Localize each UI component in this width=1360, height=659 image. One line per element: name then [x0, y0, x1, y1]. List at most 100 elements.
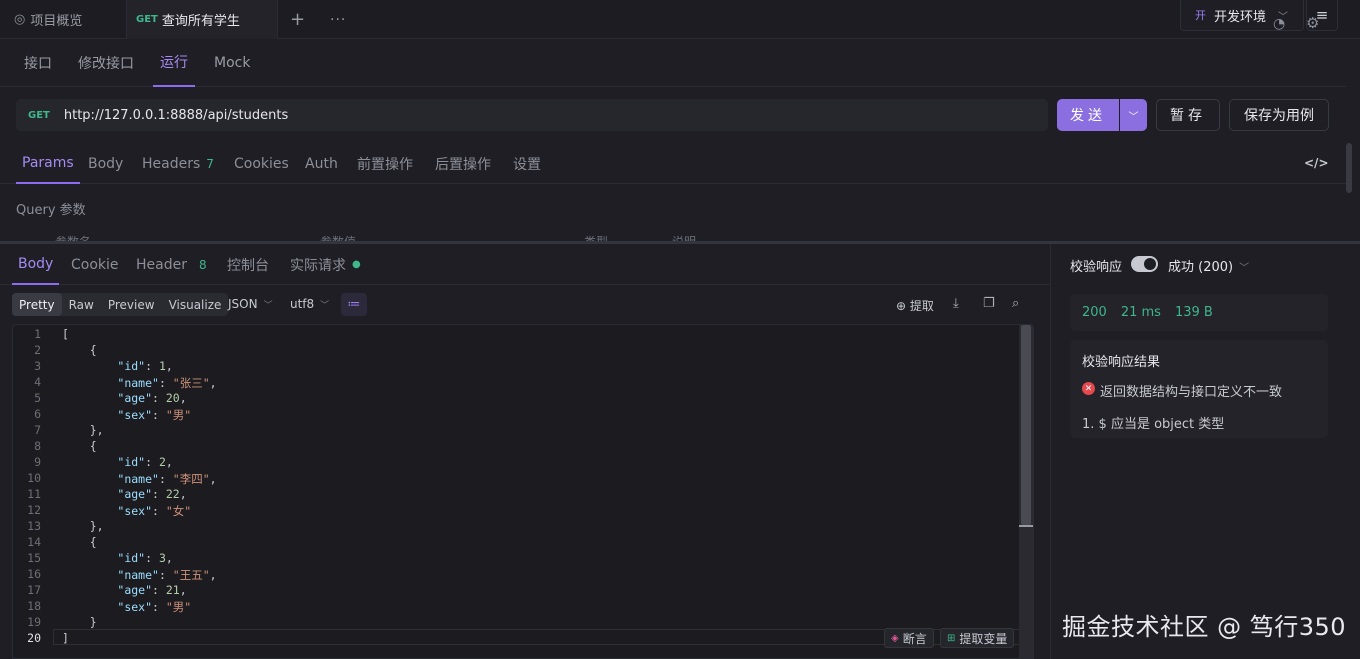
- response-tab-body[interactable]: Body: [12, 244, 60, 285]
- current-line-highlight: [53, 629, 1023, 645]
- line-number: 2: [34, 343, 41, 357]
- response-tab-header[interactable]: Header 8: [136, 244, 207, 285]
- extract-icon: ⊕: [896, 299, 907, 313]
- url-value[interactable]: http://127.0.0.1:8888/api/students: [64, 108, 288, 123]
- save-as-case-button[interactable]: 保存为用例: [1229, 99, 1329, 131]
- line-number: 20: [27, 631, 41, 645]
- search-icon[interactable]: ⌕: [1012, 296, 1019, 311]
- code-token: ]: [62, 631, 69, 645]
- extract-variable-button[interactable]: ⊞ 提取变量: [940, 628, 1015, 648]
- code-snippet-icon[interactable]: </>: [1304, 156, 1329, 170]
- code-line: "id": 3,: [62, 551, 172, 565]
- code-token: "张三": [172, 376, 210, 390]
- tab-headers[interactable]: Headers 7: [142, 143, 214, 184]
- code-line: "age": 22,: [62, 487, 186, 501]
- code-token: 3: [158, 551, 166, 565]
- subtab-mock[interactable]: Mock: [214, 39, 250, 87]
- tab-params[interactable]: Params: [16, 143, 80, 184]
- request-scrollbar[interactable]: [1346, 143, 1352, 193]
- assertion-icon: ◈: [891, 632, 899, 644]
- code-token: "name": [117, 472, 159, 486]
- tab-query-students[interactable]: GET 查询所有学生: [126, 0, 278, 39]
- code-token: "sex": [117, 504, 153, 518]
- code-token: :: [152, 504, 166, 518]
- validation-result-title: 校验响应结果: [1082, 355, 1161, 370]
- tab-cookies[interactable]: Cookies: [234, 143, 289, 184]
- encoding-select[interactable]: utf8 ﹀: [290, 297, 329, 311]
- tab-pre-operations[interactable]: 前置操作: [357, 143, 413, 184]
- response-tab-cookie[interactable]: Cookie: [71, 244, 119, 285]
- verify-response-label: 校验响应: [1070, 260, 1123, 275]
- tab-project-overview-label: 项目概览: [30, 14, 83, 29]
- format-select[interactable]: JSON ﹀: [228, 297, 273, 311]
- code-token: :: [152, 600, 166, 614]
- code-token: 22: [165, 487, 180, 501]
- response-tab-console[interactable]: 控制台: [227, 244, 269, 285]
- copy-icon[interactable]: ❐: [983, 296, 995, 311]
- code-token: "name": [117, 376, 159, 390]
- assertion-button[interactable]: ◈ 断言: [884, 628, 934, 648]
- code-line: [: [62, 327, 69, 341]
- code-line: "sex": "女": [62, 503, 191, 519]
- view-mode-pretty[interactable]: Pretty: [12, 293, 62, 316]
- editor-scrollbar-thumb[interactable]: [1021, 325, 1031, 525]
- code-token: :: [152, 408, 166, 422]
- code-line: "sex": "男": [62, 599, 191, 615]
- save-draft-button[interactable]: 暂存: [1156, 99, 1220, 131]
- code-token: "sex": [117, 600, 153, 614]
- word-wrap-icon[interactable]: ≔: [341, 293, 367, 316]
- add-tab-icon[interactable]: +: [290, 0, 305, 39]
- settings-gear-icon[interactable]: ⚙: [1306, 14, 1319, 32]
- code-token: "李四": [172, 472, 210, 486]
- headers-count: 7: [206, 156, 214, 171]
- subtab-run[interactable]: 运行: [153, 39, 195, 87]
- code-line: {: [62, 439, 97, 453]
- environment-select[interactable]: 开 开发环境 ﹀: [1180, 0, 1304, 31]
- code-token: ,: [179, 391, 187, 405]
- code-token: 1: [158, 359, 166, 373]
- request-tabs: Params Body Headers 7 Cookies Auth 前置操作 …: [0, 143, 1346, 184]
- line-number: 4: [34, 375, 41, 389]
- code-token: :: [152, 391, 166, 405]
- code-token: :: [145, 455, 159, 469]
- watermark-text: 掘金技术社区 @ 笃行350: [1062, 613, 1347, 641]
- verify-status-select[interactable]: 成功 (200) ﹀: [1168, 256, 1249, 275]
- tab-project-overview[interactable]: ◎ 项目概览: [14, 0, 82, 39]
- tab-query-students-label: 查询所有学生: [161, 14, 240, 29]
- response-tab-header-label: Header: [136, 256, 187, 273]
- extract-variable-icon: ⊞: [947, 632, 956, 644]
- extract-variable-label: 提取变量: [959, 631, 1008, 646]
- tab-settings[interactable]: 设置: [513, 143, 541, 184]
- view-mode-visualize[interactable]: Visualize: [162, 293, 229, 316]
- code-token: "男": [165, 600, 192, 614]
- tab-body[interactable]: Body: [88, 143, 123, 184]
- url-input[interactable]: GET http://127.0.0.1:8888/api/students: [16, 99, 1048, 131]
- line-number: 7: [34, 423, 41, 437]
- response-code-editor[interactable]: 1 [2 {3 "id": 1, 4 "name": "张三", 5 "age": 2…: [12, 324, 1034, 659]
- response-time: 21 ms: [1120, 305, 1161, 320]
- verify-status-value: 成功 (200): [1168, 260, 1234, 275]
- error-icon: ✕: [1082, 382, 1095, 395]
- more-tabs-icon[interactable]: ···: [330, 0, 346, 39]
- theme-icon[interactable]: ◔: [1273, 16, 1285, 32]
- extract-button[interactable]: ⊕ 提取: [896, 297, 934, 314]
- view-mode-preview[interactable]: Preview: [101, 293, 162, 316]
- subtab-edit-api[interactable]: 修改接口: [78, 39, 134, 87]
- line-number: 19: [27, 615, 41, 629]
- download-icon[interactable]: ⤓: [953, 296, 959, 311]
- response-tab-actual-request[interactable]: 实际请求 ●: [290, 244, 361, 285]
- send-dropdown-chevron-icon[interactable]: ﹀: [1120, 99, 1147, 131]
- tab-post-operations[interactable]: 后置操作: [435, 143, 491, 184]
- tab-method-badge: GET: [136, 14, 158, 25]
- send-button[interactable]: 发送: [1057, 99, 1119, 131]
- view-mode-raw[interactable]: Raw: [62, 293, 101, 316]
- method-badge[interactable]: GET: [28, 110, 50, 121]
- code-token: },: [62, 423, 104, 437]
- tab-auth[interactable]: Auth: [305, 143, 338, 184]
- code-line: "name": "张三",: [62, 375, 216, 391]
- subtab-api[interactable]: 接口: [24, 39, 52, 87]
